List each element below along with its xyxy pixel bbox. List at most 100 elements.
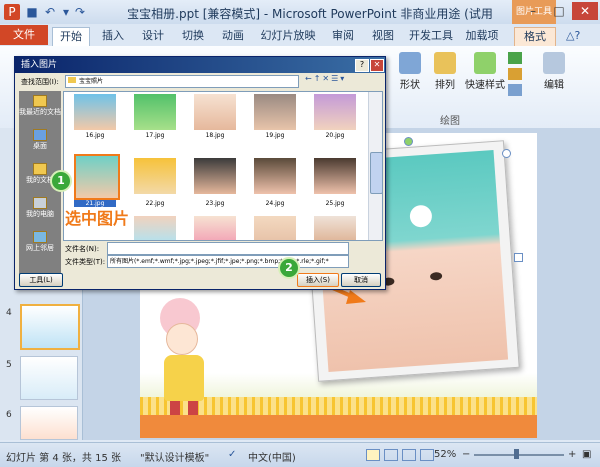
- save-icon[interactable]: ■: [24, 4, 40, 20]
- slide-thumbnail-selected[interactable]: [20, 304, 80, 350]
- ribbon-tabs: 开始 插入 设计 切换 动画 幻灯片放映 审阅 视图 开发工具 加载项 格式 △…: [0, 24, 600, 47]
- place-recent[interactable]: 我最近的文档: [19, 93, 61, 117]
- insert-button[interactable]: 插入(S): [297, 273, 339, 287]
- edit-button[interactable]: 编辑: [536, 52, 572, 91]
- dialog-help-button[interactable]: ?: [355, 59, 369, 72]
- place-computer[interactable]: 我的电脑: [19, 195, 61, 219]
- tab-home[interactable]: 开始: [52, 27, 90, 46]
- maximize-button[interactable]: □: [546, 2, 572, 20]
- file-thumbnail[interactable]: [314, 216, 356, 240]
- file-name: 22.jpg: [145, 200, 165, 207]
- step-badge: 1: [50, 170, 72, 192]
- close-button[interactable]: ✕: [572, 2, 598, 20]
- file-thumbnail[interactable]: [254, 216, 296, 240]
- quick-styles-button[interactable]: 快速样式: [462, 52, 508, 91]
- selected-file-thumbnail[interactable]: [74, 154, 120, 200]
- shape-button[interactable]: 形状: [392, 52, 428, 91]
- slide-info: 幻灯片 第 4 张，共 15 张: [6, 453, 121, 464]
- zoom-level[interactable]: 52%: [434, 449, 456, 460]
- tab-slideshow[interactable]: 幻灯片放映: [256, 27, 320, 45]
- computer-icon: [33, 197, 47, 209]
- filetype-dropdown[interactable]: 所有图片(*.emf;*.wmf;*.jpg;*.jpeg;*.jfif;*.j…: [107, 255, 349, 268]
- file-name: 20.jpg: [325, 132, 345, 139]
- dialog-close-button[interactable]: ✕: [370, 59, 384, 72]
- bunny-decoration: [409, 204, 433, 228]
- slide-number: 6: [6, 410, 12, 420]
- title-bar: P ■ ↶ ▾ ↷ 宝宝相册.ppt [兼容模式] - Microsoft Po…: [0, 0, 600, 38]
- girl-face-decoration: [166, 323, 198, 355]
- tab-insert[interactable]: 插入: [96, 27, 130, 45]
- lookin-value: 宝宝照片: [79, 78, 104, 85]
- file-name: 17.jpg: [145, 132, 165, 139]
- resize-handle[interactable]: [502, 149, 511, 158]
- tab-developer[interactable]: 开发工具: [406, 27, 456, 45]
- shape-outline-icon[interactable]: [508, 68, 522, 80]
- file-thumbnail[interactable]: [134, 216, 176, 240]
- minimize-button[interactable]: –: [520, 2, 546, 20]
- language[interactable]: 中文(中国): [248, 449, 296, 464]
- file-thumbnail[interactable]: [194, 216, 236, 240]
- zoom-in-icon[interactable]: +: [568, 449, 576, 460]
- file-name: 24.jpg: [265, 200, 285, 207]
- dialog-title: 插入图片: [21, 60, 58, 70]
- lookin-label: 查找范围(I):: [21, 78, 59, 86]
- lookin-dropdown[interactable]: 宝宝照片: [65, 75, 299, 88]
- filename-input[interactable]: [107, 242, 349, 255]
- spellcheck-icon[interactable]: ✓: [228, 449, 236, 460]
- slide-thumbnail[interactable]: [20, 406, 78, 440]
- file-thumbnail[interactable]: [254, 158, 296, 194]
- tab-view[interactable]: 视图: [366, 27, 400, 45]
- tab-addins[interactable]: 加载项: [460, 27, 504, 45]
- network-icon: [33, 231, 47, 243]
- place-network[interactable]: 网上邻居: [19, 229, 61, 253]
- slide-sorter-icon[interactable]: [384, 449, 398, 461]
- file-thumbnail[interactable]: [314, 94, 356, 130]
- place-desktop[interactable]: 桌面: [19, 127, 61, 151]
- tools-button[interactable]: 工具(L): [19, 273, 63, 287]
- zoom-slider[interactable]: [474, 454, 564, 456]
- status-bar: 幻灯片 第 4 张，共 15 张 "默认设计模板" ✓ 中文(中国) 52% −…: [0, 442, 600, 467]
- help-icon[interactable]: △?: [566, 29, 580, 42]
- scrollbar-thumb[interactable]: [370, 152, 382, 194]
- slide-thumbnail[interactable]: [20, 356, 78, 400]
- shape-effects-icon[interactable]: [508, 84, 522, 96]
- file-name: 18.jpg: [205, 132, 225, 139]
- file-thumbnail[interactable]: [134, 94, 176, 130]
- file-thumbnail[interactable]: [194, 94, 236, 130]
- file-thumbnail[interactable]: [314, 158, 356, 194]
- rotate-handle[interactable]: [404, 137, 413, 146]
- shape-fill-icon[interactable]: [508, 52, 522, 64]
- dialog-toolbar[interactable]: ←↑✕☰▾: [305, 74, 381, 87]
- quick-styles-label: 快速样式: [465, 80, 505, 91]
- file-thumbnail[interactable]: [254, 94, 296, 130]
- shape-label: 形状: [400, 80, 420, 91]
- file-thumbnail[interactable]: [134, 158, 176, 194]
- tab-format[interactable]: 格式: [514, 27, 556, 46]
- slideshow-icon[interactable]: [420, 449, 434, 461]
- zoom-slider-thumb[interactable]: [514, 449, 519, 459]
- group-drawing-label: 绘图: [440, 116, 460, 127]
- tab-design[interactable]: 设计: [136, 27, 170, 45]
- tab-animations[interactable]: 动画: [216, 27, 250, 45]
- file-list-scrollbar[interactable]: [368, 92, 382, 240]
- recent-docs-icon: [33, 95, 47, 107]
- select-picture-annotation: 选中图片: [65, 209, 130, 228]
- reading-view-icon[interactable]: [402, 449, 416, 461]
- place-label: 我最近的文档: [19, 108, 61, 116]
- tab-transitions[interactable]: 切换: [176, 27, 210, 45]
- zoom-out-icon[interactable]: −: [462, 449, 470, 460]
- file-thumbnail[interactable]: [74, 94, 116, 130]
- file-thumbnail[interactable]: [194, 158, 236, 194]
- arrange-button[interactable]: 排列: [430, 52, 460, 91]
- quick-styles-icon: [474, 52, 496, 74]
- normal-view-icon[interactable]: [366, 449, 380, 461]
- tab-review[interactable]: 审阅: [326, 27, 360, 45]
- undo-icon[interactable]: ↶: [42, 4, 58, 20]
- tab-file[interactable]: 文件: [0, 25, 48, 45]
- step-badge: 2: [278, 257, 300, 279]
- redo-icon[interactable]: ↷: [72, 4, 88, 20]
- baby-eye: [429, 271, 443, 281]
- cancel-button[interactable]: 取消: [341, 273, 381, 287]
- resize-handle[interactable]: [514, 253, 523, 262]
- fit-to-window-icon[interactable]: ▣: [582, 449, 591, 460]
